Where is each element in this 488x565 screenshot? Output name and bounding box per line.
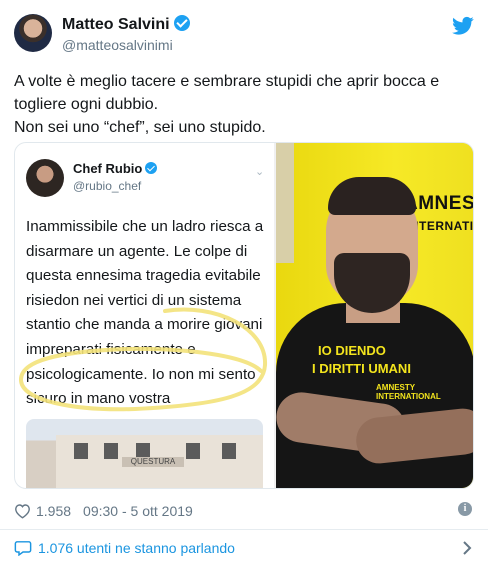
author-name[interactable]: Matteo Salvini [62,15,190,34]
author-handle[interactable]: @matteosalvinimi [62,37,173,53]
embedded-tweet-screenshot[interactable]: Chef Rubio @rubio_chef ⌄ Inammissibile c… [15,143,274,488]
tweet-timestamp[interactable]: 09:30 - 5 ott 2019 [83,503,193,519]
quoted-text-line: stantio che manda a morire giovani [26,316,263,334]
shirt-logo-text: AMNESTY INTERNATIONAL [376,383,441,401]
quoted-text-line: questa ennesima tragedia evitabile [26,267,261,285]
tweet-card: Matteo Salvini @matteosalvinimi A volte … [0,0,488,565]
heart-icon[interactable] [14,503,31,519]
quoted-verified-badge-icon [145,162,158,174]
verified-badge-icon [173,15,190,31]
tweet-text-line: A volte è meglio tacere e sembrare stupi… [14,73,440,90]
building-sign: QUESTURA [122,457,184,467]
speech-bubble-icon [14,540,32,556]
tweet-text-line: Non sei uno “chef”, sei uno stupido. [14,119,266,136]
media-attachment[interactable]: Chef Rubio @rubio_chef ⌄ Inammissibile c… [14,142,474,489]
building-window [186,443,200,459]
building-window [222,443,236,459]
portrait-photo[interactable]: AMNEST INTERNATION IO DIENDO I DIRITTI U… [276,143,473,488]
info-icon[interactable]: i [458,502,472,516]
quoted-chevron-down-icon: ⌄ [255,166,265,178]
quoted-building-photo: QUESTURA [26,419,263,488]
quoted-text-line: psicologicamente. Io non mi sento [26,365,256,383]
author-avatar[interactable] [14,14,52,52]
building-window [104,443,118,459]
quoted-text-line: risiedon nei vertici di un sistema [26,291,242,309]
quoted-author-avatar [26,159,64,197]
hair [328,177,416,215]
author-name-text[interactable]: Matteo Salvini [62,16,170,33]
quoted-author-handle: @rubio_chef [73,179,142,193]
like-count[interactable]: 1.958 [36,503,71,519]
tweet-text-line: togliere ogni dubbio. [14,96,159,113]
background-window [276,143,294,263]
shirt-text-line1: IO DIENDO [318,343,386,358]
tweet-meta: 1.958 09:30 - 5 ott 2019 [14,501,193,521]
quoted-text-line: sicuro in mano vostra [26,390,171,408]
conversation-label[interactable]: 1.076 utenti ne stanno parlando [38,540,235,556]
building-window [74,443,88,459]
quoted-text-line: disarmare un agente. Le colpe di [26,242,248,260]
quoted-author-name: Chef Rubio [73,161,158,176]
quoted-author-name-text: Chef Rubio [73,161,143,176]
conversation-link[interactable]: 1.076 utenti ne stanno parlando [0,530,488,565]
twitter-bird-icon[interactable] [452,16,474,36]
quoted-tweet-text: Inammissibile che un ladro riesca a disa… [26,215,272,412]
shirt-text-line2: I DIRITTI UMANI [312,361,411,376]
chevron-right-icon[interactable] [462,541,472,555]
quoted-text-line: Inammissibile che un ladro riesca a [26,218,264,235]
tweet-text: A volte è meglio tacere e sembrare stupi… [14,70,476,139]
quoted-text-line: impreparati fisicamente e [26,340,196,358]
